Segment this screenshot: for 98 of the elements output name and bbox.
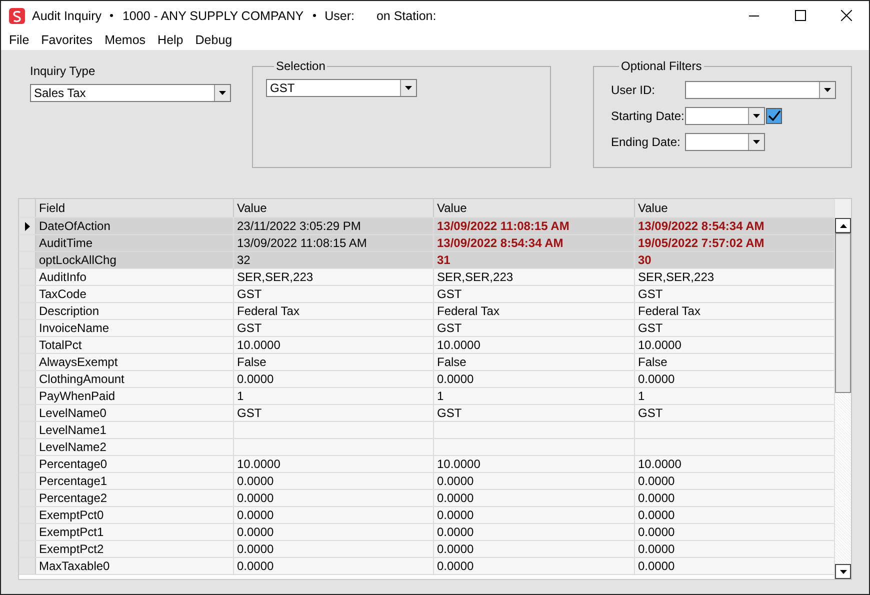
inquiry-type-dropdown[interactable]: Sales Tax — [30, 84, 231, 102]
row-header[interactable] — [19, 218, 36, 234]
table-cell: GST — [234, 405, 434, 421]
table-cell: 0.0000 — [234, 473, 434, 489]
table-cell: 1 — [434, 388, 635, 404]
table-cell: 0.0000 — [234, 524, 434, 540]
table-cell: 0.0000 — [434, 473, 635, 489]
column-header[interactable]: Value — [434, 199, 635, 217]
table-cell: 0.0000 — [234, 490, 434, 506]
table-cell: AlwaysExempt — [36, 354, 234, 370]
dropdown-arrow-icon — [405, 86, 412, 90]
table-cell: 0.0000 — [434, 490, 635, 506]
menu-item[interactable]: Help — [152, 30, 190, 50]
table-cell: Percentage1 — [36, 473, 234, 489]
table-cell: Federal Tax — [234, 303, 434, 319]
table-cell: GST — [234, 286, 434, 302]
table-cell: ClothingAmount — [36, 371, 234, 387]
table-cell: 0.0000 — [434, 371, 635, 387]
table-cell: AuditInfo — [36, 269, 234, 285]
table-cell: False — [434, 354, 635, 370]
table-cell: optLockAllChg — [36, 252, 234, 268]
table-cell: TotalPct — [36, 337, 234, 353]
maximize-icon — [794, 10, 806, 21]
table-cell: GST — [434, 320, 635, 336]
separator-dot-icon — [312, 14, 316, 17]
table-cell: 0.0000 — [434, 507, 635, 523]
table-cell: ExemptPct0 — [36, 507, 234, 523]
table-cell: SER,SER,223 — [234, 269, 434, 285]
scroll-down-arrow-icon — [840, 570, 846, 574]
window-title: User: — [324, 8, 354, 22]
menu-item[interactable]: File — [3, 30, 36, 50]
table-cell: DateOfAction — [36, 218, 234, 234]
dropdown-arrow-icon — [753, 114, 760, 118]
table-cell: SER,SER,223 — [434, 269, 635, 285]
separator-dot-icon — [110, 14, 114, 17]
selection-group-label: Selection — [275, 59, 326, 73]
current-row-arrow-icon — [24, 222, 30, 230]
user-id-label: User ID: — [611, 82, 656, 96]
menu-item[interactable]: Debug — [189, 30, 238, 50]
table-cell: 23/11/2022 3:05:29 PM — [234, 218, 434, 234]
table-cell: 0.0000 — [234, 558, 434, 574]
selection-dropdown[interactable]: GST — [266, 79, 417, 97]
inquiry-type-label: Inquiry Type — [30, 64, 96, 78]
table-cell: 10.0000 — [234, 337, 434, 353]
starting-date-label: Starting Date: — [611, 108, 685, 122]
table-cell: 0.0000 — [234, 371, 434, 387]
window-title: Audit Inquiry — [32, 8, 102, 22]
dropdown-arrow-icon — [824, 88, 831, 92]
table-cell: 13/09/2022 8:54:34 AM — [434, 235, 635, 251]
user-id-dropdown[interactable] — [685, 80, 836, 98]
table-cell: 13/09/2022 11:08:15 AM — [234, 235, 434, 251]
starting-date-checkbox[interactable] — [766, 108, 782, 124]
table-cell: 31 — [434, 252, 635, 268]
dropdown-arrow-icon — [219, 91, 226, 95]
app-logo-icon — [9, 8, 25, 24]
table-cell: TaxCode — [36, 286, 234, 302]
ending-date-label: Ending Date: — [611, 134, 682, 148]
table-cell: False — [234, 354, 434, 370]
starting-date-picker[interactable] — [685, 106, 765, 124]
table-cell: LevelName0 — [36, 405, 234, 421]
dropdown-arrow-icon — [753, 140, 760, 144]
scroll-up-arrow-icon — [840, 224, 846, 228]
table-cell: GST — [434, 286, 635, 302]
table-cell: GST — [434, 405, 635, 421]
table-cell: PayWhenPaid — [36, 388, 234, 404]
table-cell: 10.0000 — [234, 456, 434, 472]
table-cell: 0.0000 — [434, 558, 635, 574]
column-header[interactable]: Value — [234, 199, 434, 217]
table-cell: MaxTaxable0 — [36, 558, 234, 574]
table-cell: 0.0000 — [234, 507, 434, 523]
table-cell: 0.0000 — [234, 541, 434, 557]
window-title: 1000 - ANY SUPPLY COMPANY — [122, 8, 304, 22]
table-cell: 13/09/2022 11:08:15 AM — [434, 218, 635, 234]
table-cell: LevelName1 — [36, 422, 234, 438]
optional-filters-group-label: Optional Filters — [620, 59, 703, 73]
table-cell: Description — [36, 303, 234, 319]
table-cell: LevelName2 — [36, 439, 234, 455]
table-cell: 0.0000 — [434, 541, 635, 557]
table-cell: AuditTime — [36, 235, 234, 251]
table-cell: 32 — [234, 252, 434, 268]
table-cell: ExemptPct1 — [36, 524, 234, 540]
table-cell: Federal Tax — [434, 303, 635, 319]
menu-item[interactable]: Memos — [98, 30, 152, 50]
ending-date-picker[interactable] — [685, 132, 765, 150]
window-title: on Station: — [376, 8, 436, 22]
table-cell: GST — [234, 320, 434, 336]
table-cell: 10.0000 — [434, 337, 635, 353]
table-cell: 1 — [234, 388, 434, 404]
table-cell: Percentage0 — [36, 456, 234, 472]
vertical-scrollbar[interactable] — [834, 199, 851, 579]
menu-item[interactable]: Favorites — [35, 30, 99, 50]
table-cell: InvoiceName — [36, 320, 234, 336]
minimize-icon — [748, 14, 760, 16]
table-cell: ExemptPct2 — [36, 541, 234, 557]
table-cell: 10.0000 — [434, 456, 635, 472]
table-cell: 0.0000 — [434, 524, 635, 540]
close-icon — [840, 10, 852, 21]
table-cell: Percentage2 — [36, 490, 234, 506]
